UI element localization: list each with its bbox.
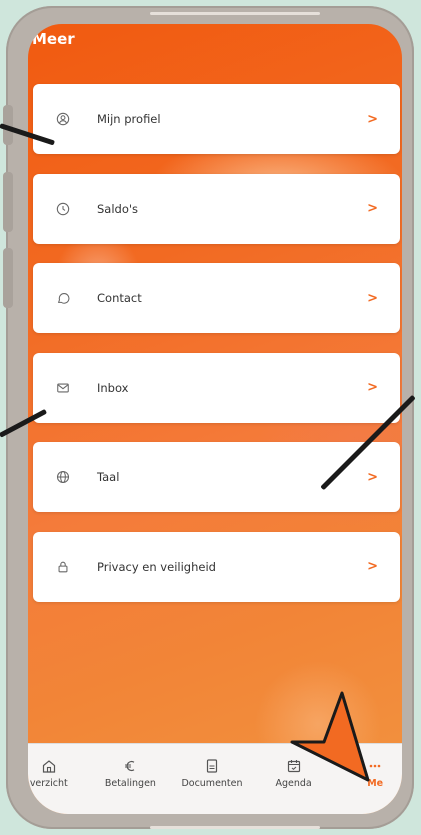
chevron-right-icon: > [367, 380, 378, 395]
nav-item-label: Betalingen [104, 778, 156, 789]
chevron-right-icon: > [367, 290, 378, 306]
phone-side-button [3, 248, 13, 308]
document-icon [206, 759, 218, 773]
menu-item-label: Inbox [97, 380, 129, 395]
menu-item-label: Mijn profiel [97, 112, 161, 126]
chevron-right-icon: > [367, 201, 378, 216]
menu-item-label: Privacy en veiligheid [97, 559, 216, 574]
menu-item-inbox[interactable]: Inbox > [33, 352, 400, 423]
nav-item-label: verzicht [29, 778, 68, 789]
menu-item-contact[interactable]: Contact > [33, 263, 400, 333]
menu-item-label: Contact [97, 291, 142, 305]
home-icon [42, 760, 55, 773]
nav-item-betalingen[interactable]: Betalingen [90, 744, 172, 814]
page-title: Meer [32, 30, 75, 48]
annotation-arrow-icon [290, 691, 370, 782]
menu-list: Mijn profiel > Saldo's > Contact > Inbox… [33, 84, 400, 621]
mail-icon [55, 380, 71, 396]
menu-item-label: Saldo's [97, 201, 139, 216]
user-circle-icon [55, 111, 71, 127]
phone-speaker [150, 12, 320, 15]
euro-icon [125, 760, 135, 772]
phone-side-button [3, 172, 13, 232]
menu-item-taal[interactable]: Taal > [33, 442, 400, 512]
chevron-right-icon: > [367, 469, 378, 485]
clock-icon [55, 201, 71, 217]
menu-item-mijn-profiel[interactable]: Mijn profiel > [33, 84, 400, 154]
chevron-right-icon: > [367, 111, 378, 127]
chat-bubble-icon [55, 290, 71, 306]
lock-icon [55, 559, 71, 575]
chevron-right-icon: > [367, 559, 378, 574]
nav-item-documenten[interactable]: Documenten [171, 744, 253, 814]
globe-icon [55, 469, 71, 485]
phone-home-indicator [150, 826, 320, 829]
menu-item-saldos[interactable]: Saldo's > [33, 173, 400, 244]
nav-item-label: Documenten [181, 778, 243, 789]
menu-item-privacy-en-veiligheid[interactable]: Privacy en veiligheid > [33, 531, 400, 602]
nav-item-overzicht[interactable]: verzicht [28, 744, 90, 814]
